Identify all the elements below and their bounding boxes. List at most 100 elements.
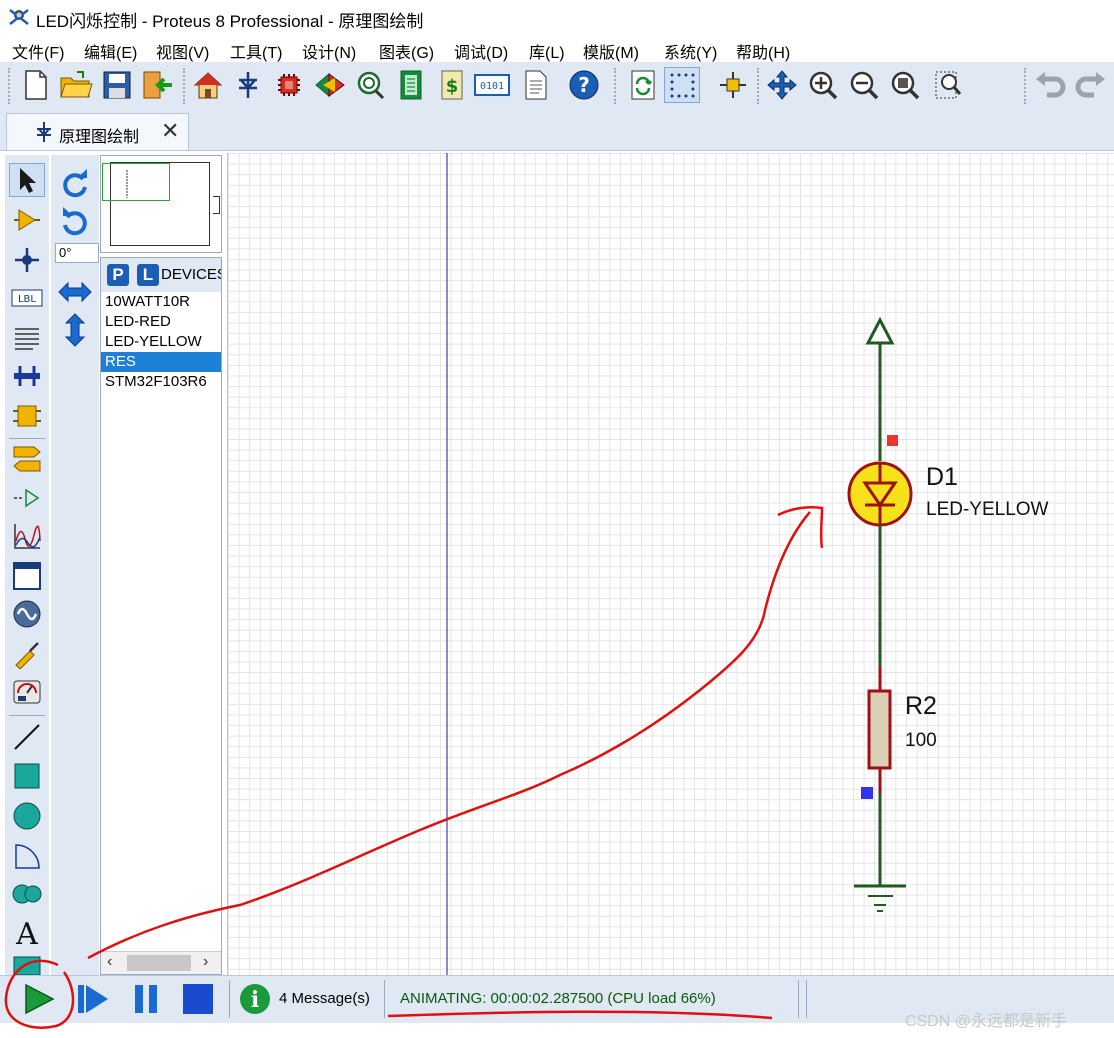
toolbar-grip[interactable] <box>757 68 763 104</box>
probe-mode-icon[interactable] <box>9 637 45 671</box>
messages-info-icon[interactable]: i <box>235 981 275 1017</box>
zoom-all-icon[interactable] <box>887 67 923 103</box>
d1-reference[interactable]: D1 <box>926 463 958 492</box>
circle-mode-icon[interactable] <box>9 799 45 833</box>
mirror-horizontal-icon[interactable] <box>57 275 93 309</box>
menu-file[interactable]: 文件(F) <box>12 39 64 63</box>
subcircuit-mode-icon[interactable] <box>9 399 45 433</box>
overview-view-rect[interactable] <box>102 163 170 201</box>
menu-system[interactable]: 系统(Y) <box>664 39 717 63</box>
symbol-mode-icon[interactable] <box>9 953 45 975</box>
virtual-instruments-mode-icon[interactable] <box>9 675 45 709</box>
stop-simulation-icon[interactable] <box>178 981 218 1017</box>
text-script-mode-icon[interactable] <box>9 321 45 355</box>
pause-simulation-icon[interactable] <box>126 981 166 1017</box>
led-d1 <box>847 461 913 527</box>
junction-mode-icon[interactable] <box>9 243 45 277</box>
toolbar-grip[interactable] <box>1024 68 1030 104</box>
device-item[interactable]: LED-YELLOW <box>101 332 221 352</box>
device-list-scrollbar[interactable]: ‹ › <box>101 951 221 974</box>
zoom-in-icon[interactable] <box>805 67 841 103</box>
pan-icon[interactable] <box>764 67 800 103</box>
d1-value[interactable]: LED-YELLOW <box>926 499 1048 521</box>
device-item[interactable]: STM32F103R6 <box>101 372 221 392</box>
bom-icon[interactable] <box>393 67 429 103</box>
overview-window[interactable] <box>100 155 222 253</box>
device-pins-mode-icon[interactable] <box>9 481 45 515</box>
wire-label-mode-icon[interactable]: LBL <box>9 281 45 315</box>
svg-text:LBL: LBL <box>18 294 36 305</box>
library-manager-button[interactable]: L <box>137 264 159 286</box>
selection-mode-icon[interactable] <box>9 163 45 197</box>
grid-icon[interactable] <box>664 67 700 103</box>
save-icon[interactable] <box>99 67 135 103</box>
rotation-angle-field[interactable]: 0° <box>55 243 99 263</box>
terminals-mode-icon[interactable] <box>9 442 45 476</box>
r2-value[interactable]: 100 <box>905 730 937 752</box>
menu-help[interactable]: 帮助(H) <box>736 39 790 63</box>
toolbar-grip[interactable] <box>614 68 620 104</box>
menu-design[interactable]: 设计(N) <box>302 39 356 63</box>
r2-reference[interactable]: R2 <box>905 692 937 721</box>
undo-icon[interactable] <box>1032 67 1068 103</box>
mirror-vertical-icon[interactable] <box>57 313 93 347</box>
notes-icon[interactable] <box>518 67 554 103</box>
import-icon[interactable] <box>139 67 175 103</box>
toolbar-grip[interactable] <box>183 68 189 104</box>
zoom-out-icon[interactable] <box>846 67 882 103</box>
gerber-icon[interactable] <box>352 67 388 103</box>
messages-count[interactable]: 4 Message(s) <box>279 990 370 1007</box>
device-selector-header: P L DEVICES <box>101 258 221 292</box>
svg-text:?: ? <box>578 73 590 97</box>
menu-template[interactable]: 模版(M) <box>583 39 639 63</box>
pcb-icon[interactable] <box>271 67 307 103</box>
home-icon[interactable] <box>190 67 226 103</box>
new-file-icon[interactable] <box>18 67 54 103</box>
menu-library[interactable]: 库(L) <box>529 39 565 63</box>
tool-separator <box>9 715 45 716</box>
rotate-clockwise-icon[interactable] <box>57 167 93 201</box>
refresh-icon[interactable] <box>625 67 661 103</box>
device-item[interactable]: 10WATT10R <box>101 292 221 312</box>
line-mode-icon[interactable] <box>9 720 45 754</box>
menu-view[interactable]: 视图(V) <box>156 39 209 63</box>
scroll-left-icon[interactable]: ‹ <box>107 953 112 971</box>
binary-icon[interactable]: 0101 <box>474 67 510 103</box>
menu-debug[interactable]: 调试(D) <box>454 39 508 63</box>
text-mode-icon[interactable]: A <box>9 915 45 949</box>
menu-edit[interactable]: 编辑(E) <box>84 39 137 63</box>
design-explorer-icon[interactable]: $ <box>434 67 470 103</box>
menu-graph[interactable]: 图表(G) <box>379 39 434 63</box>
generator-mode-icon[interactable] <box>9 597 45 631</box>
arc-mode-icon[interactable] <box>9 839 45 873</box>
close-tab-icon[interactable]: ✕ <box>161 120 179 142</box>
step-simulation-icon[interactable] <box>73 981 113 1017</box>
component-mode-icon[interactable] <box>9 203 45 237</box>
help-icon[interactable]: ? <box>566 67 602 103</box>
pick-device-button[interactable]: P <box>107 264 129 286</box>
tab-schematic[interactable]: 原理图绘制 ✕ <box>6 113 189 150</box>
menu-tools[interactable]: 工具(T) <box>230 39 282 63</box>
graph-mode-icon[interactable] <box>9 519 45 553</box>
closed-path-mode-icon[interactable] <box>9 877 45 911</box>
redo-icon[interactable] <box>1073 67 1109 103</box>
schematic-icon[interactable] <box>230 67 266 103</box>
buses-mode-icon[interactable] <box>9 359 45 393</box>
scroll-right-icon[interactable]: › <box>203 953 208 971</box>
zoom-area-icon[interactable] <box>930 67 966 103</box>
mode-toolbar: LBL A <box>5 155 49 975</box>
status-separator <box>806 980 807 1018</box>
open-folder-icon[interactable] <box>58 67 94 103</box>
device-item[interactable]: LED-RED <box>101 312 221 332</box>
rotate-anticlockwise-icon[interactable] <box>57 205 93 239</box>
origin-icon[interactable] <box>715 67 751 103</box>
play-simulation-icon[interactable] <box>19 981 59 1017</box>
device-list: 10WATT10R LED-RED LED-YELLOW RES STM32F1… <box>101 292 221 392</box>
scroll-thumb[interactable] <box>127 955 191 971</box>
3d-view-icon[interactable] <box>312 67 348 103</box>
active-popup-mode-icon[interactable] <box>9 559 45 593</box>
schematic-canvas[interactable]: D1 LED-YELLOW R2 100 <box>227 153 1114 975</box>
device-item-selected[interactable]: RES <box>101 352 221 372</box>
toolbar-grip[interactable] <box>8 68 14 104</box>
box-mode-icon[interactable] <box>9 759 45 793</box>
